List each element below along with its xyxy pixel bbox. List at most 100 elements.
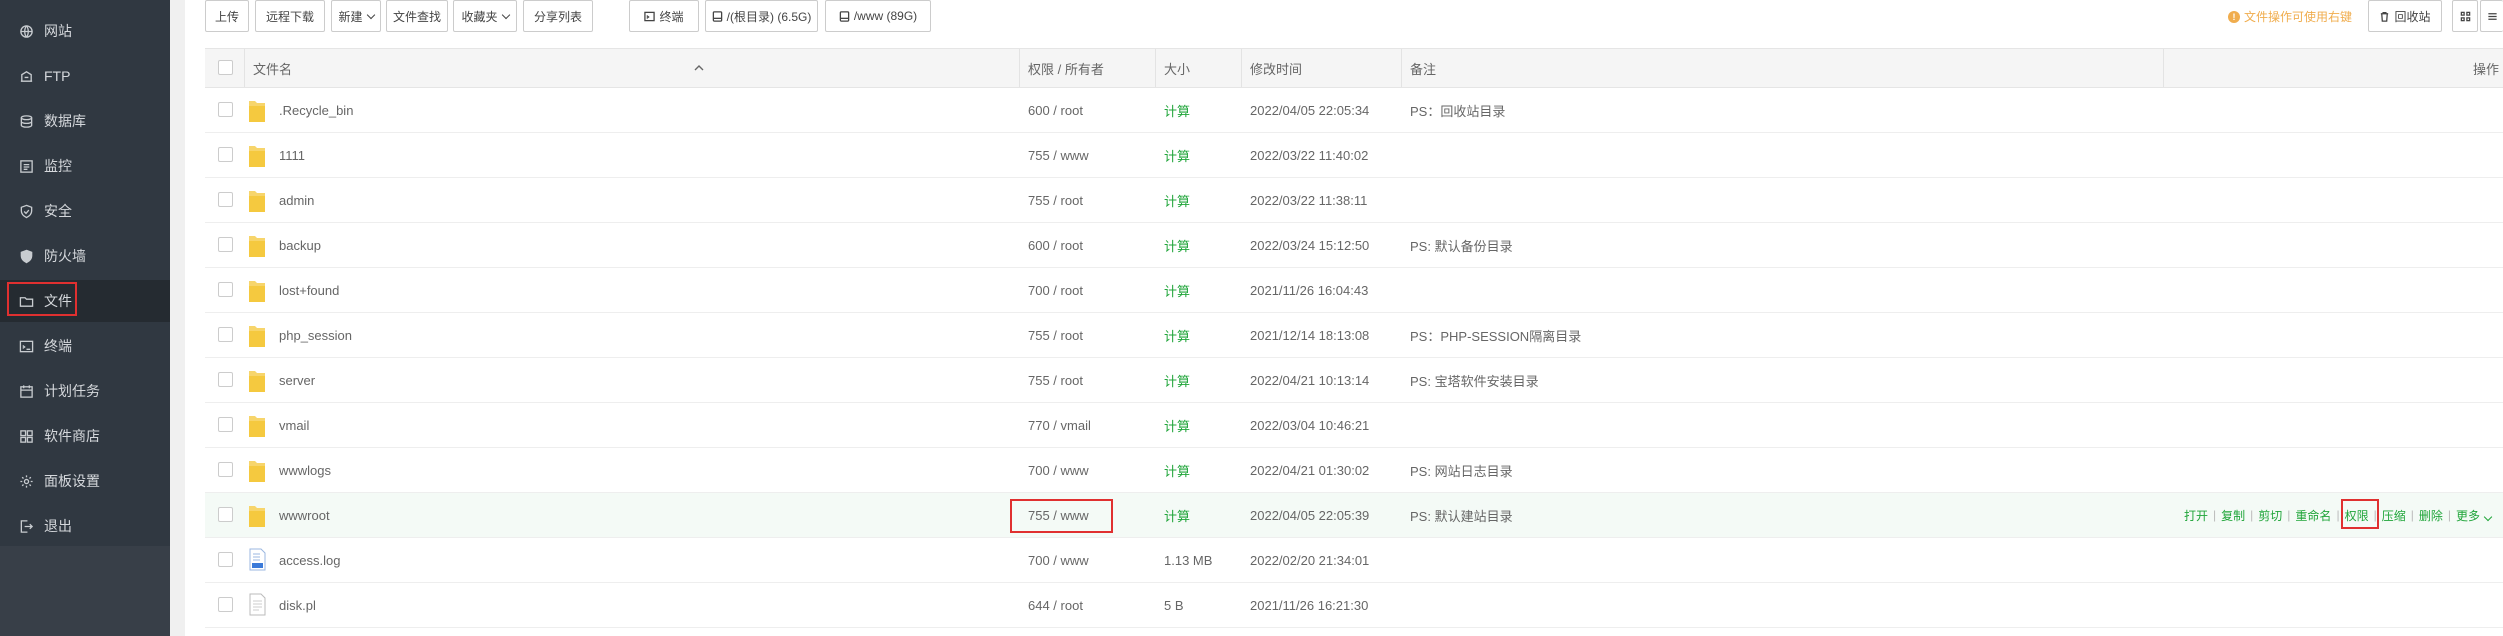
table-row[interactable]: backup 600 / root 计算 2022/03/24 15:12:50 PS:… <box>205 223 2503 268</box>
file-size[interactable]: 计算 <box>1164 178 1190 222</box>
sidebar-item-terminal[interactable]: 终端 <box>0 325 170 367</box>
file-size[interactable]: 计算 <box>1164 88 1190 132</box>
file-name[interactable]: access.log <box>279 538 340 582</box>
row-checkbox[interactable] <box>218 102 233 117</box>
row-action-1[interactable]: 复制 <box>2221 507 2245 524</box>
file-size[interactable]: 计算 <box>1164 493 1190 537</box>
file-note[interactable]: PS：回收站目录 <box>1410 88 1505 132</box>
row-action-7[interactable]: 更多 <box>2456 507 2493 524</box>
list-view-button[interactable] <box>2480 0 2503 32</box>
file-size[interactable]: 计算 <box>1164 313 1190 357</box>
header-mtime[interactable]: 修改时间 <box>1241 49 1302 87</box>
share-list-button[interactable]: 分享列表 <box>523 0 593 32</box>
header-filename[interactable]: 文件名 <box>244 49 717 87</box>
sidebar-item-logout[interactable]: 退出 <box>0 505 170 547</box>
row-checkbox[interactable] <box>218 462 233 477</box>
row-checkbox[interactable] <box>218 192 233 207</box>
file-perm[interactable]: 770 / vmail <box>1028 403 1091 447</box>
sidebar-item-calendar[interactable]: 计划任务 <box>0 370 170 412</box>
file-perm[interactable]: 755 / www <box>1028 133 1089 177</box>
sidebar-item-firewall[interactable]: 防火墙 <box>0 235 170 277</box>
file-name[interactable]: admin <box>279 178 314 222</box>
remote-download-button[interactable]: 远程下载 <box>255 0 325 32</box>
file-perm[interactable]: 600 / root <box>1028 223 1083 267</box>
file-note[interactable]: PS: 默认备份目录 <box>1410 223 1513 267</box>
table-row[interactable]: wwwlogs 700 / www 计算 2022/04/21 01:30:02 PS:… <box>205 448 2503 493</box>
table-row[interactable]: server 755 / root 计算 2022/04/21 10:13:14 PS:… <box>205 358 2503 403</box>
file-size[interactable]: 计算 <box>1164 133 1190 177</box>
table-row[interactable]: access.log 700 / www 1.13 MB 2022/02/20 21:… <box>205 538 2503 583</box>
table-row[interactable]: 1111 755 / www 计算 2022/03/22 11:40:02 <box>205 133 2503 178</box>
file-size[interactable]: 计算 <box>1164 448 1190 492</box>
file-perm[interactable]: 700 / www <box>1028 448 1089 492</box>
sidebar-item-grid[interactable]: 软件商店 <box>0 415 170 457</box>
header-size[interactable]: 大小 <box>1155 49 1190 87</box>
grid-view-button[interactable] <box>2452 0 2478 32</box>
file-name[interactable]: 1111 <box>279 133 305 177</box>
table-row[interactable]: wwwroot 755 / www 计算 2022/04/05 22:05:39 PS:… <box>205 493 2503 538</box>
sidebar-item-folder[interactable]: 文件 <box>0 280 170 322</box>
file-name[interactable]: backup <box>279 223 321 267</box>
upload-button[interactable]: 上传 <box>205 0 249 32</box>
file-note[interactable]: PS: 宝塔软件安装目录 <box>1410 358 1539 402</box>
sidebar-item-ftp[interactable]: FTP <box>0 55 170 97</box>
file-name[interactable]: .Recycle_bin <box>279 88 353 132</box>
header-perm[interactable]: 权限 / 所有者 <box>1019 49 1104 87</box>
row-action-0[interactable]: 打开 <box>2184 507 2208 524</box>
table-row[interactable]: php_session 755 / root 计算 2021/12/14 18:13:… <box>205 313 2503 358</box>
table-row[interactable]: .Recycle_bin 600 / root 计算 2022/04/05 22:05… <box>205 88 2503 133</box>
file-name[interactable]: server <box>279 358 315 402</box>
sidebar-item-globe[interactable]: 网站 <box>0 10 170 52</box>
file-name[interactable]: wwwroot <box>279 493 330 537</box>
file-name[interactable]: wwwlogs <box>279 448 331 492</box>
file-perm[interactable]: 755 / root <box>1028 358 1083 402</box>
file-size[interactable]: 计算 <box>1164 358 1190 402</box>
file-size[interactable]: 计算 <box>1164 403 1190 447</box>
row-checkbox[interactable] <box>218 507 233 522</box>
file-perm[interactable]: 755 / root <box>1028 178 1083 222</box>
recycle-bin-button[interactable]: 回收站 <box>2368 0 2442 32</box>
file-note[interactable]: PS: 网站日志目录 <box>1410 448 1513 492</box>
file-name[interactable]: lost+found <box>279 268 339 312</box>
sidebar-item-monitor[interactable]: 监控 <box>0 145 170 187</box>
file-size[interactable]: 计算 <box>1164 223 1190 267</box>
new-dropdown-button[interactable]: 新建 <box>331 0 381 32</box>
favorites-dropdown-button[interactable]: 收藏夹 <box>453 0 517 32</box>
file-perm[interactable]: 600 / root <box>1028 88 1083 132</box>
file-name[interactable]: php_session <box>279 313 352 357</box>
sidebar-item-gear[interactable]: 面板设置 <box>0 460 170 502</box>
file-name[interactable]: disk.pl <box>279 583 316 627</box>
table-row[interactable]: vmail 770 / vmail 计算 2022/03/04 10:46:21 <box>205 403 2503 448</box>
row-checkbox[interactable] <box>218 597 233 612</box>
row-checkbox[interactable] <box>218 552 233 567</box>
row-checkbox[interactable] <box>218 417 233 432</box>
table-row[interactable]: disk.pl 644 / root 5 B 2021/11/26 16:21:30 <box>205 583 2503 628</box>
file-perm[interactable]: 644 / root <box>1028 583 1083 627</box>
row-checkbox[interactable] <box>218 372 233 387</box>
row-action-4[interactable]: 权限 <box>2340 498 2379 529</box>
row-action-3[interactable]: 重命名 <box>2295 507 2331 524</box>
table-row[interactable]: lost+found 700 / root 计算 2021/11/26 16:04:4… <box>205 268 2503 313</box>
file-perm[interactable]: 700 / root <box>1028 268 1083 312</box>
table-row[interactable]: admin 755 / root 计算 2022/03/22 11:38:11 <box>205 178 2503 223</box>
terminal-button[interactable]: 终端 <box>629 0 699 32</box>
file-name[interactable]: vmail <box>279 403 309 447</box>
file-note[interactable]: PS: 默认建站目录 <box>1410 493 1513 537</box>
file-note[interactable]: PS：PHP-SESSION隔离目录 <box>1410 313 1581 357</box>
row-checkbox[interactable] <box>218 237 233 252</box>
row-action-2[interactable]: 剪切 <box>2258 507 2282 524</box>
row-checkbox[interactable] <box>218 327 233 342</box>
row-action-6[interactable]: 删除 <box>2419 507 2443 524</box>
row-action-5[interactable]: 压缩 <box>2382 507 2406 524</box>
file-perm[interactable]: 755 / root <box>1028 313 1083 357</box>
disk-root-button[interactable]: /(根目录) (6.5G) <box>705 0 818 32</box>
row-checkbox[interactable] <box>218 147 233 162</box>
sidebar-item-database[interactable]: 数据库 <box>0 100 170 142</box>
row-checkbox[interactable] <box>218 282 233 297</box>
file-perm[interactable]: 700 / www <box>1028 538 1089 582</box>
disk-www-button[interactable]: /www (89G) <box>825 0 931 32</box>
file-size[interactable]: 计算 <box>1164 268 1190 312</box>
select-all-checkbox[interactable] <box>218 60 233 75</box>
file-search-button[interactable]: 文件查找 <box>386 0 448 32</box>
sidebar-item-shield[interactable]: 安全 <box>0 190 170 232</box>
